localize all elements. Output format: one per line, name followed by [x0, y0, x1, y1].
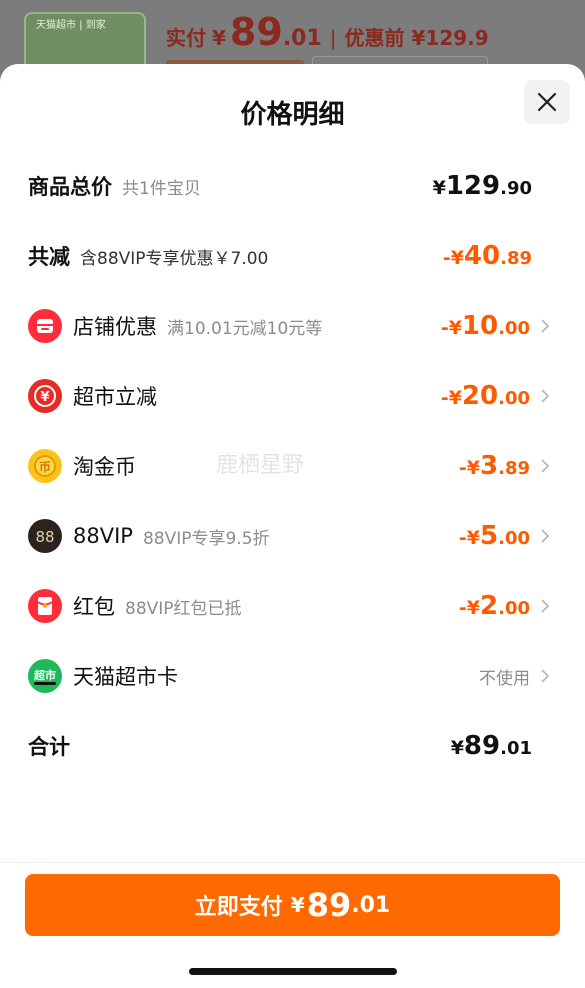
- card-status: 不使用: [479, 668, 530, 689]
- store-discount-amount: -¥ 10.00: [440, 311, 530, 341]
- chevron-right-icon: [541, 319, 550, 333]
- svg-text:币: 币: [39, 460, 51, 474]
- row-market-discount[interactable]: ¥ 超市立减 -¥ 20.00: [28, 376, 552, 416]
- row-label: 红包: [73, 595, 115, 619]
- coin-icon: 币: [28, 449, 62, 483]
- background-price-label: 实付: [166, 26, 206, 50]
- vip88-icon: 88: [28, 519, 62, 553]
- background-price-currency: ¥: [212, 26, 226, 50]
- tmall-market-icon: 超市: [28, 659, 62, 693]
- row-label: 88VIP: [73, 524, 133, 548]
- sum-amount: ¥89.01: [450, 731, 532, 761]
- coin-discount-amount: -¥ 3.89: [458, 451, 530, 481]
- row-tmall-market-card[interactable]: 超市 天猫超市卡 不使用: [28, 656, 552, 696]
- background-price-dec: .01: [282, 26, 322, 51]
- row-label: 超市立减: [73, 385, 157, 409]
- svg-text:88: 88: [35, 528, 54, 546]
- row-label: 天猫超市卡: [73, 665, 178, 689]
- total-discount-amount: -¥ 40.89: [442, 241, 532, 271]
- store-icon: [28, 309, 62, 343]
- vip-discount-amount: -¥ 5.00: [458, 521, 530, 551]
- chevron-right-icon: [541, 389, 550, 403]
- divider: [0, 862, 585, 863]
- svg-text:超市: 超市: [33, 668, 56, 682]
- red-packet-amount: -¥ 2.00: [458, 591, 530, 621]
- chevron-right-icon: [541, 669, 550, 683]
- row-store-discount[interactable]: 店铺优惠 满10.01元减10元等 -¥ 10.00: [28, 306, 552, 346]
- row-sublabel: 含88VIP专享优惠￥7.00: [80, 248, 269, 269]
- yen-discount-icon: ¥: [28, 379, 62, 413]
- market-discount-amount: -¥ 20.00: [440, 381, 530, 411]
- row-label: 店铺优惠: [73, 315, 157, 339]
- pay-button-currency: ¥: [290, 893, 305, 917]
- row-goods-total: 商品总价 共1件宝贝 ¥129.90: [28, 166, 552, 206]
- svg-text:¥: ¥: [40, 390, 49, 405]
- pay-now-button[interactable]: 立即支付 ¥ 89 .01: [25, 874, 560, 936]
- product-thumbnail: 天猫超市 | 到家: [24, 12, 146, 72]
- row-label: 合计: [28, 735, 70, 759]
- row-sum: 合计 ¥89.01: [28, 726, 552, 766]
- price-detail-sheet: 价格明细 商品总价 共1件宝贝 ¥129.90 共减 含88VIP专享优惠￥7.…: [0, 64, 585, 988]
- background-price-before: 优惠前 ¥129.9: [344, 26, 489, 50]
- watermark: 鹿栖星野: [216, 453, 305, 478]
- background-price-int: 89: [229, 10, 283, 54]
- background-price-divider: |: [329, 26, 337, 50]
- background-price: 实付 ¥ 89 .01 | 优惠前 ¥129.9: [166, 10, 489, 60]
- row-88vip[interactable]: 88 88VIP 88VIP专享9.5折 -¥ 5.00: [28, 516, 552, 556]
- goods-total-amount: ¥129.90: [432, 171, 532, 201]
- close-icon: [537, 92, 557, 112]
- chevron-right-icon: [541, 529, 550, 543]
- thumbnail-text: 天猫超市 | 到家: [36, 20, 106, 31]
- row-sublabel: 满10.01元减10元等: [167, 318, 323, 339]
- row-total-discount: 共减 含88VIP专享优惠￥7.00 -¥ 40.89: [28, 236, 552, 276]
- sheet-title: 价格明细: [240, 100, 345, 130]
- pay-button-int: 89: [306, 886, 352, 924]
- row-label: 淘金币: [73, 455, 136, 479]
- row-sublabel: 共1件宝贝: [122, 178, 201, 199]
- red-packet-icon: [28, 589, 62, 623]
- pay-button-label: 立即支付: [194, 895, 283, 920]
- row-red-packet[interactable]: 红包 88VIP红包已抵 -¥ 2.00: [28, 586, 552, 626]
- row-label: 共减: [28, 245, 70, 269]
- row-sublabel: 88VIP专享9.5折: [142, 528, 270, 549]
- close-button[interactable]: [524, 80, 570, 124]
- row-sublabel: 88VIP红包已抵: [125, 598, 242, 619]
- chevron-right-icon: [541, 459, 550, 473]
- row-label: 商品总价: [28, 175, 112, 199]
- chevron-right-icon: [541, 599, 550, 613]
- pay-button-dec: .01: [351, 892, 391, 918]
- home-indicator: [189, 968, 397, 975]
